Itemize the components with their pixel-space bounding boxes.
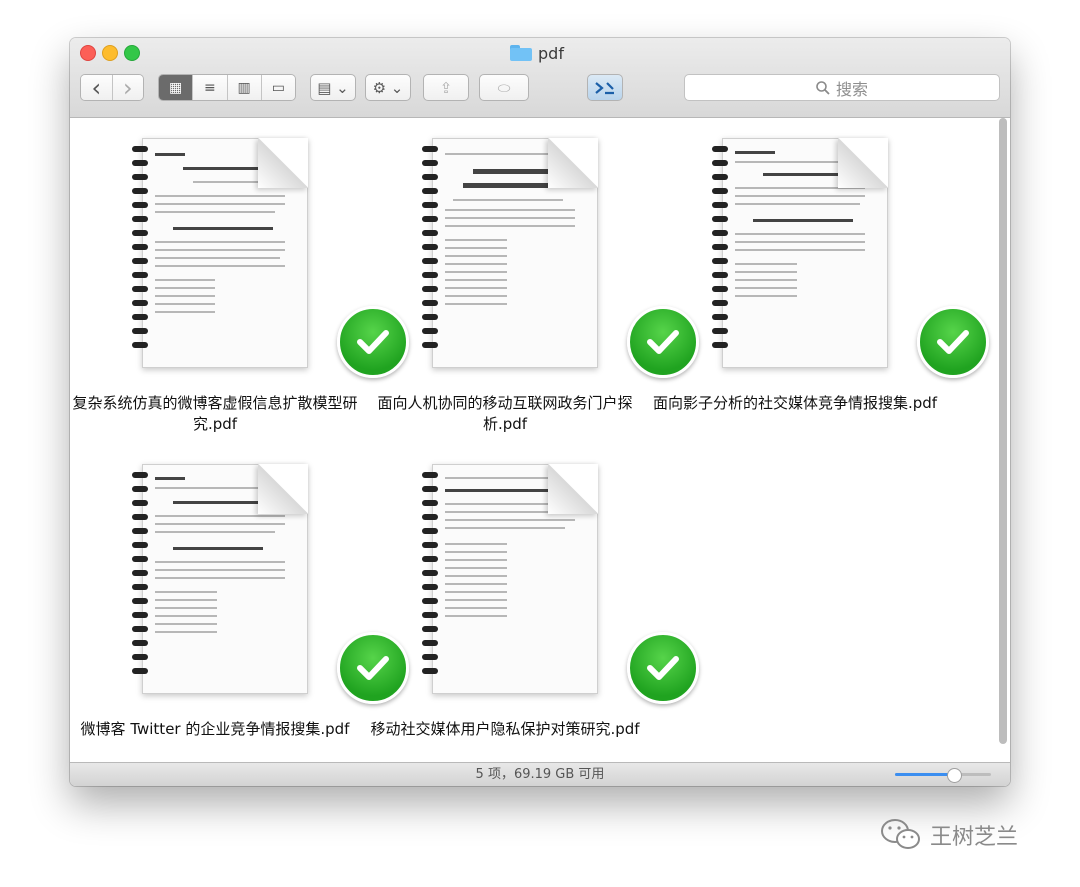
terminal-icon xyxy=(595,81,614,94)
pdf-page-icon xyxy=(722,138,888,368)
vertical-scrollbar[interactable] xyxy=(999,118,1007,744)
view-list-button[interactable]: ≡ xyxy=(193,75,228,100)
arrange-button[interactable]: ▤ ⌄ xyxy=(310,74,356,101)
slider-fill xyxy=(895,773,953,776)
spiral-binding xyxy=(132,146,148,360)
pdf-thumbnail xyxy=(132,138,409,378)
icon-size-slider[interactable] xyxy=(895,768,991,783)
finder-window: pdf ‹ › ▦ ≡ ▥ ▭ ▤ ⌄ ⚙ ⌄ ⇪ ⬭ 搜索 复杂系统仿真的微博… xyxy=(70,38,1010,786)
spiral-binding xyxy=(422,146,438,360)
check-icon xyxy=(917,306,989,378)
status-text: 5 项，69.19 GB 可用 xyxy=(475,767,605,782)
view-icons-button[interactable]: ▦ xyxy=(159,75,194,100)
grid-icon: ▦ xyxy=(169,79,183,96)
pdf-thumbnail xyxy=(422,464,699,704)
wechat-icon xyxy=(881,819,920,849)
file-name: 面向人机协同的移动互联网政务门户探析.pdf xyxy=(377,394,633,433)
gallery-icon: ▭ xyxy=(271,79,285,96)
search-icon xyxy=(816,80,830,95)
view-columns-button[interactable]: ▥ xyxy=(227,75,262,100)
pdf-thumbnail xyxy=(422,138,699,378)
back-button[interactable]: ‹ xyxy=(81,75,113,100)
status-bar: 5 项，69.19 GB 可用 xyxy=(70,762,1010,786)
search-placeholder: 搜索 xyxy=(835,79,868,99)
pdf-thumbnail xyxy=(132,464,409,704)
titlebar: pdf ‹ › ▦ ≡ ▥ ▭ ▤ ⌄ ⚙ ⌄ ⇪ ⬭ 搜索 xyxy=(70,38,1010,118)
file-grid: 复杂系统仿真的微博客虚假信息扩散模型研究.pdf 面向人机协同的移动互联网政务门… xyxy=(70,118,1010,763)
slider-knob[interactable] xyxy=(946,768,962,783)
forward-button[interactable]: › xyxy=(112,74,143,101)
view-mode-selector: ▦ ≡ ▥ ▭ xyxy=(158,74,296,101)
minimize-window-button[interactable] xyxy=(102,45,118,61)
pdf-page-icon xyxy=(432,138,598,368)
columns-icon: ▥ xyxy=(237,79,251,96)
check-icon xyxy=(627,306,699,378)
check-icon xyxy=(337,632,409,704)
check-icon xyxy=(337,306,409,378)
pdf-thumbnail xyxy=(712,138,989,378)
pdf-page-icon xyxy=(142,138,308,368)
file-name: 面向影子分析的社交媒体竞争情报搜集.pdf xyxy=(652,394,938,412)
check-icon xyxy=(627,632,699,704)
watermark: 王树芝兰 xyxy=(880,818,1018,852)
folder-icon xyxy=(510,45,532,61)
forward-arrow-icon: › xyxy=(122,74,133,101)
window-title: pdf xyxy=(510,43,564,63)
list-icon: ≡ xyxy=(204,79,216,96)
view-gallery-button[interactable]: ▭ xyxy=(261,75,295,100)
file-name: 移动社交媒体用户隐私保护对策研究.pdf xyxy=(370,720,640,738)
tag-button[interactable]: ⬭ xyxy=(479,74,529,101)
pdf-page-icon xyxy=(432,464,598,694)
share-icon: ⇪ xyxy=(439,78,453,97)
pdf-page-icon xyxy=(142,464,308,694)
spiral-binding xyxy=(132,472,148,686)
spiral-binding xyxy=(422,472,438,686)
terminal-button[interactable] xyxy=(587,74,623,101)
close-window-button[interactable] xyxy=(80,45,96,61)
zoom-window-button[interactable] xyxy=(124,45,140,61)
back-arrow-icon: ‹ xyxy=(91,74,102,101)
file-name: 复杂系统仿真的微博客虚假信息扩散模型研究.pdf xyxy=(72,394,358,433)
gear-icon: ⚙ ⌄ xyxy=(372,78,404,97)
action-button[interactable]: ⚙ ⌄ xyxy=(365,74,411,101)
share-button[interactable]: ⇪ xyxy=(423,74,469,101)
window-title-text: pdf xyxy=(538,43,564,63)
search-field[interactable]: 搜索 xyxy=(684,74,1000,101)
file-name: 微博客 Twitter 的企业竞争情报搜集.pdf xyxy=(80,720,350,738)
arrange-icon: ▤ ⌄ xyxy=(317,78,349,97)
nav-buttons: ‹ › xyxy=(80,74,144,101)
watermark-text: 王树芝兰 xyxy=(930,825,1019,850)
tag-icon: ⬭ xyxy=(497,78,511,97)
spiral-binding xyxy=(712,146,728,360)
